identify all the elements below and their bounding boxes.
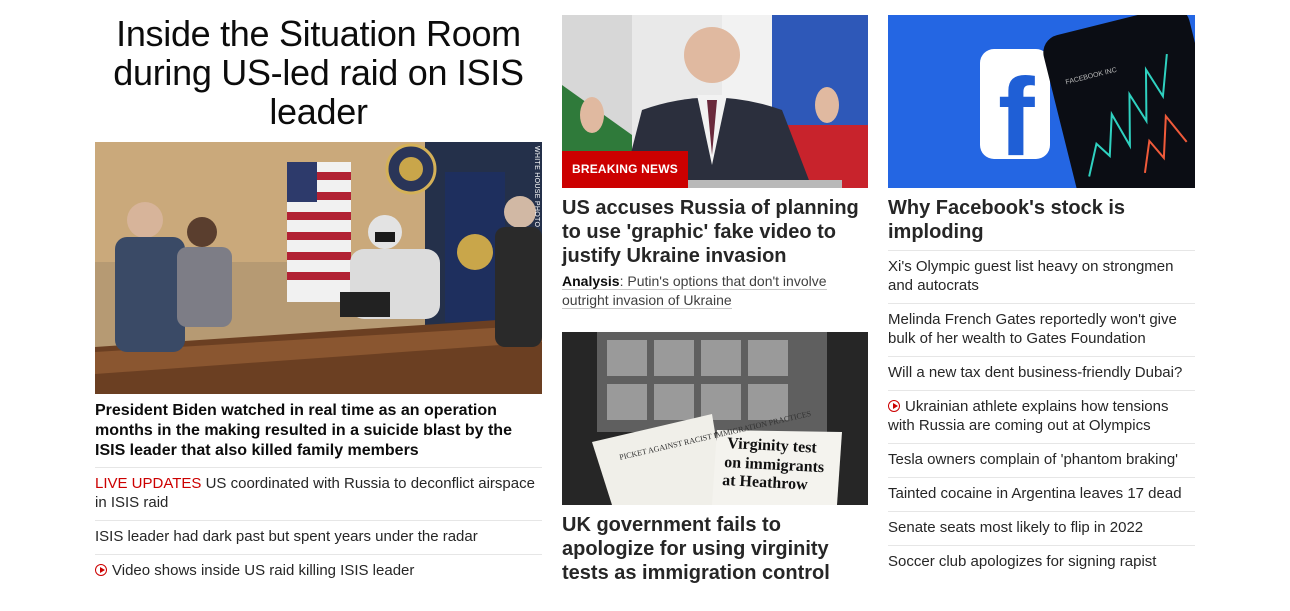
play-icon bbox=[888, 400, 900, 412]
list-item[interactable]: Video shows inside US raid killing ISIS … bbox=[95, 554, 542, 588]
image-credit: WHITE HOUSE PHOTO bbox=[533, 146, 540, 228]
analysis-label: Analysis bbox=[562, 273, 620, 289]
putin-photo[interactable]: BREAKING NEWS bbox=[562, 15, 868, 188]
facebook-stock-photo[interactable]: f FACEBOOK INC bbox=[888, 15, 1195, 188]
uk-story-title[interactable]: UK government fails to apologize for usi… bbox=[562, 513, 868, 585]
virginity-test-photo[interactable]: PICKET AGAINST RACIST IMMIGRATION PRACTI… bbox=[562, 332, 868, 505]
link-text: Tesla owners complain of 'phantom brakin… bbox=[888, 451, 1179, 468]
link-text: ISIS leader had dark past but spent year… bbox=[95, 528, 478, 545]
link-text: Will a new tax dent business-friendly Du… bbox=[888, 364, 1183, 381]
lead-story-column: Inside the Situation Room during US-led … bbox=[95, 0, 542, 579]
link-text: Ukrainian athlete explains how tensions … bbox=[888, 398, 1169, 434]
lead-headline[interactable]: Inside the Situation Room during US-led … bbox=[95, 14, 542, 131]
link-text: Melinda French Gates reportedly won't gi… bbox=[888, 311, 1177, 347]
list-item[interactable]: Senate seats most likely to flip in 2022 bbox=[888, 511, 1195, 545]
analysis-link[interactable]: Analysis: Putin's options that don't inv… bbox=[562, 272, 852, 310]
link-text: Soccer club apologizes for signing rapis… bbox=[888, 553, 1157, 570]
list-item[interactable]: Melinda French Gates reportedly won't gi… bbox=[888, 303, 1195, 356]
facebook-story-title[interactable]: Why Facebook's stock is imploding bbox=[888, 196, 1195, 244]
list-item[interactable]: Will a new tax dent business-friendly Du… bbox=[888, 356, 1195, 390]
facebook-logo-letter: f bbox=[998, 56, 1035, 179]
live-updates-label: LIVE UPDATES bbox=[95, 475, 202, 492]
link-text: Senate seats most likely to flip in 2022 bbox=[888, 519, 1144, 536]
link-text: Tainted cocaine in Argentina leaves 17 d… bbox=[888, 485, 1182, 502]
list-item[interactable]: ISIS leader had dark past but spent year… bbox=[95, 520, 542, 554]
list-item[interactable]: LIVE UPDATES US coordinated with Russia … bbox=[95, 467, 542, 520]
situation-room-photo[interactable]: WHITE HOUSE PHOTO bbox=[95, 142, 542, 394]
lead-summary[interactable]: President Biden watched in real time as … bbox=[95, 401, 542, 461]
headline-list: Xi's Olympic guest list heavy on strongm… bbox=[888, 250, 1195, 579]
link-text: Video shows inside US raid killing ISIS … bbox=[112, 562, 415, 579]
list-item[interactable]: Tesla owners complain of 'phantom brakin… bbox=[888, 443, 1195, 477]
list-item[interactable]: Tainted cocaine in Argentina leaves 17 d… bbox=[888, 477, 1195, 511]
breaking-news-badge: BREAKING NEWS bbox=[562, 151, 688, 188]
link-text: Xi's Olympic guest list heavy on strongm… bbox=[888, 258, 1174, 294]
list-item[interactable]: Soccer club apologizes for signing rapis… bbox=[888, 545, 1195, 579]
lead-related-links: LIVE UPDATES US coordinated with Russia … bbox=[95, 467, 542, 588]
list-item[interactable]: Xi's Olympic guest list heavy on strongm… bbox=[888, 250, 1195, 303]
russia-story-title[interactable]: US accuses Russia of planning to use 'gr… bbox=[562, 196, 868, 268]
play-icon bbox=[95, 564, 107, 576]
list-item[interactable]: Ukrainian athlete explains how tensions … bbox=[888, 390, 1195, 443]
